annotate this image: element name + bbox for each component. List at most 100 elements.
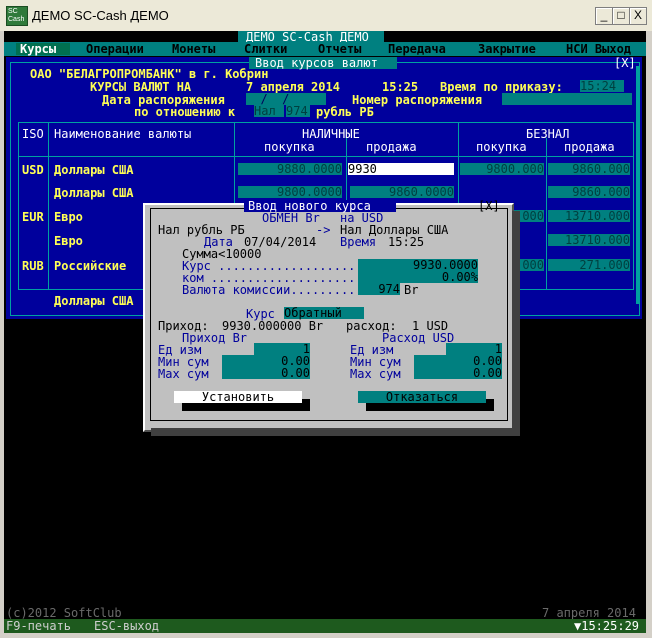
dialog-shadow: [512, 211, 520, 430]
row-eur-iso: EUR: [22, 210, 44, 224]
usd-noncash-sell-value: 9860.000: [572, 162, 630, 176]
app-logo-icon: SC Cash: [6, 6, 28, 26]
table-vline: [633, 122, 634, 290]
usd-cash-buy-field[interactable]: 9880.0000: [238, 163, 342, 175]
usd-cash-sell-value: 9930: [348, 162, 377, 176]
commission-field[interactable]: 0.00%: [358, 271, 478, 283]
copyright: (c)2012 SoftClub: [6, 606, 122, 620]
exchange-arrow: ->: [316, 223, 331, 237]
row-usd2-name[interactable]: Доллары США: [54, 187, 133, 199]
commission-currency-code: 974: [378, 282, 400, 296]
cancel-button[interactable]: Отказаться: [358, 391, 486, 403]
col-cash: НАЛИЧНЫЕ: [302, 127, 360, 141]
order-time-value: 15:24: [580, 79, 617, 93]
relative-label: по отношению к: [134, 105, 236, 119]
commission-currency-unit: Br: [404, 283, 419, 297]
expense-max-field[interactable]: 0.00: [414, 367, 502, 379]
relative-code-value: 974: [286, 104, 308, 118]
commission-currency-field[interactable]: 974: [358, 283, 400, 295]
order-number-field[interactable]: [502, 93, 632, 105]
cancel-button-label: Отказаться: [385, 390, 459, 404]
app-logo-text: SC Cash: [8, 8, 25, 23]
order-time-label: Время по приказу:: [440, 80, 563, 94]
maximize-button[interactable]: □: [612, 7, 630, 25]
set-button-label: Установить: [201, 390, 275, 404]
usd-cash-sell-field[interactable]: 9930: [348, 163, 454, 175]
menu-item-bullion[interactable]: Слитки: [244, 43, 287, 55]
rub-noncash-sell-value: 271.000: [579, 258, 630, 272]
menu-item-operations[interactable]: Операции: [86, 43, 144, 55]
eur2-noncash-sell-value: 13710.000: [564, 233, 630, 247]
income-max-label: Max сум: [158, 367, 209, 381]
usd-cash-buy-value: 9880.0000: [276, 162, 342, 176]
footer-date: 7 апреля 2014: [542, 606, 636, 620]
rub-noncash-sell-field[interactable]: 271.000: [548, 259, 630, 271]
close-button[interactable]: X: [629, 7, 647, 25]
row-eur-name[interactable]: Евро: [54, 211, 83, 223]
table-top-line: [18, 122, 634, 123]
menu-item-coins[interactable]: Монеты: [172, 43, 215, 55]
col-noncash-buy: покупка: [476, 140, 527, 154]
eur-noncash-sell-field[interactable]: 13710.000: [548, 210, 630, 222]
col-cash-buy: покупка: [264, 140, 315, 154]
usd2-cash-buy-field[interactable]: 9800.0000: [238, 186, 342, 198]
hint-print[interactable]: F9-печать: [6, 620, 71, 632]
relative-type-value: Нал: [254, 104, 276, 118]
rates-time: 15:25: [382, 80, 419, 94]
status-clock: ▼15:25:29: [574, 619, 640, 633]
order-time-field[interactable]: 15:24: [580, 80, 624, 92]
time-value: 15:25: [388, 235, 425, 249]
row-eur2-name[interactable]: Евро: [54, 235, 83, 247]
col-noncash-sell: продажа: [564, 140, 615, 154]
col-cash-sell: продажа: [366, 140, 417, 154]
col-noncash: БЕЗНАЛ: [526, 127, 570, 141]
commission-currency-label: Валюта комиссии.........: [182, 283, 356, 297]
menu-item-transfer[interactable]: Передача: [388, 43, 446, 55]
rate-type-field[interactable]: Обратный: [284, 307, 364, 319]
rates-scrollbar[interactable]: [636, 66, 640, 304]
eur2-noncash-sell-field[interactable]: 13710.000: [548, 234, 630, 246]
expense-max-label: Max сум: [350, 367, 401, 381]
eur-noncash-sell-value: 13710.000: [564, 209, 630, 223]
relative-currency: рубль РБ: [316, 105, 374, 119]
minimize-button[interactable]: _: [595, 7, 613, 25]
commission-value: 0.00%: [441, 270, 478, 284]
relative-type-field[interactable]: Нал: [254, 105, 284, 117]
expense-max-value: 0.00: [473, 366, 502, 380]
menu-item-reports[interactable]: Отчеты: [318, 43, 361, 55]
dialog-shadow: [151, 428, 520, 436]
table-vline: [48, 122, 49, 290]
income-max-field[interactable]: 0.00: [222, 367, 310, 379]
set-button[interactable]: Установить: [174, 391, 302, 403]
rates-panel-close[interactable]: [X]: [614, 57, 636, 69]
table-header-line: [18, 156, 634, 157]
usd2-cash-buy-value: 9800.0000: [276, 185, 342, 199]
menu-item-rates[interactable]: Курсы: [20, 43, 56, 55]
row-rub-iso: RUB: [22, 259, 44, 273]
exchange-label: ОБМЕН Br: [262, 211, 320, 225]
rates-panel-title: Ввод курсов валют: [255, 56, 378, 70]
usd2-noncash-sell-value: 9860.000: [572, 185, 630, 199]
menu-item-reference-exit[interactable]: НСИ Выход: [566, 43, 631, 55]
usd-noncash-buy-field[interactable]: 9800.000: [460, 163, 544, 175]
menu-item-closing[interactable]: Закрытие: [478, 43, 536, 55]
usd2-cash-sell-field[interactable]: 9860.0000: [350, 186, 454, 198]
time-label: Время: [340, 235, 377, 249]
row-usd-name[interactable]: Доллары США: [54, 164, 133, 176]
usd-noncash-sell-field[interactable]: 9860.000: [548, 163, 630, 175]
bottom-row-name[interactable]: Доллары США: [54, 295, 133, 307]
relative-code-field[interactable]: 974: [286, 105, 310, 117]
rates-as-of-label: КУРСЫ ВАЛЮТ НА: [90, 80, 192, 94]
usd-noncash-buy-value: 9800.000: [486, 162, 544, 176]
usd2-noncash-sell-field[interactable]: 9860.000: [548, 186, 630, 198]
row-rub-name[interactable]: Российские: [54, 260, 126, 272]
table-vline: [546, 138, 547, 290]
hint-exit[interactable]: ESC-выход: [94, 620, 159, 632]
dialog-close[interactable]: [X]: [478, 200, 500, 212]
rate-type-value: Обратный: [284, 306, 342, 320]
usd2-cash-sell-value: 9860.0000: [388, 185, 454, 199]
income-max-value: 0.00: [281, 366, 310, 380]
window-title: ДЕМО SC-Cash ДЕМО: [32, 8, 169, 23]
col-name: Наименование валюты: [54, 127, 192, 141]
row-usd-iso: USD: [22, 163, 44, 177]
